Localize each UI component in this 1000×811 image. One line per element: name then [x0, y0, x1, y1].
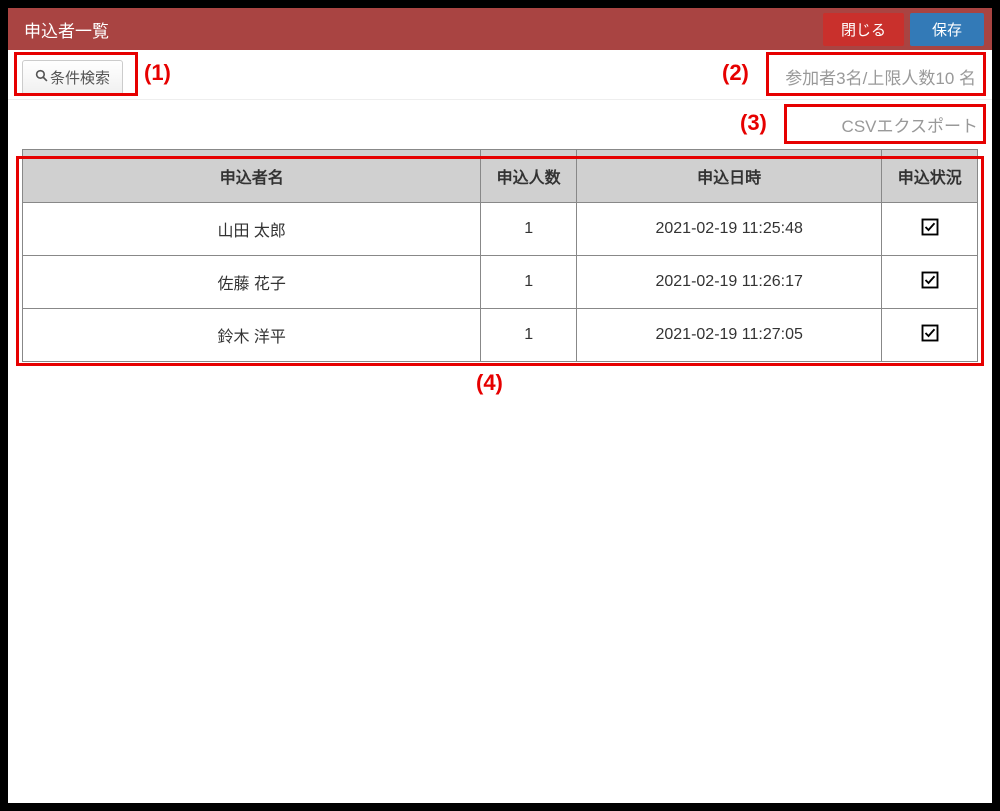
cell-name: 山田 太郎	[23, 203, 481, 256]
participant-count: 参加者3名/上限人数10 名	[785, 60, 978, 89]
table-row: 佐藤 花子12021-02-19 11:26:17	[23, 256, 978, 309]
page-title: 申込者一覧	[24, 17, 109, 42]
toolbar-row: 条件検索 参加者3名/上限人数10 名	[8, 50, 992, 100]
search-button-label: 条件検索	[50, 67, 110, 88]
applicant-table: 申込者名 申込人数 申込日時 申込状況 山田 太郎12021-02-19 11:…	[22, 149, 978, 362]
cell-status	[882, 256, 978, 309]
cell-date: 2021-02-19 11:26:17	[576, 256, 882, 309]
search-icon	[35, 69, 48, 86]
th-date: 申込日時	[576, 150, 882, 203]
header-buttons: 閉じる 保存	[823, 13, 984, 46]
cell-num: 1	[481, 309, 577, 362]
csv-row: CSVエクスポート	[8, 100, 992, 143]
cell-status	[882, 203, 978, 256]
table-header-row: 申込者名 申込人数 申込日時 申込状況	[23, 150, 978, 203]
cell-name: 鈴木 洋平	[23, 309, 481, 362]
table-body: 山田 太郎12021-02-19 11:25:48佐藤 花子12021-02-1…	[23, 203, 978, 362]
checked-box-icon[interactable]	[921, 271, 939, 289]
annotation-label-4: (4)	[476, 370, 503, 396]
app-window: 申込者一覧 閉じる 保存 条件検索 参加者3名/上限人数10 名 CSVエクスポ…	[0, 0, 1000, 811]
cell-status	[882, 309, 978, 362]
cell-num: 1	[481, 203, 577, 256]
cell-date: 2021-02-19 11:25:48	[576, 203, 882, 256]
header-bar: 申込者一覧 閉じる 保存	[8, 8, 992, 50]
close-button[interactable]: 閉じる	[823, 13, 904, 46]
table-wrap: 申込者名 申込人数 申込日時 申込状況 山田 太郎12021-02-19 11:…	[8, 143, 992, 362]
csv-export-link[interactable]: CSVエクスポート	[842, 112, 978, 137]
cell-name: 佐藤 花子	[23, 256, 481, 309]
table-row: 山田 太郎12021-02-19 11:25:48	[23, 203, 978, 256]
th-num: 申込人数	[481, 150, 577, 203]
save-button[interactable]: 保存	[910, 13, 984, 46]
th-name: 申込者名	[23, 150, 481, 203]
checked-box-icon[interactable]	[921, 324, 939, 342]
cell-num: 1	[481, 256, 577, 309]
table-row: 鈴木 洋平12021-02-19 11:27:05	[23, 309, 978, 362]
search-button[interactable]: 条件検索	[22, 60, 123, 95]
cell-date: 2021-02-19 11:27:05	[576, 309, 882, 362]
search-wrap: 条件検索	[22, 60, 123, 95]
th-status: 申込状況	[882, 150, 978, 203]
checked-box-icon[interactable]	[921, 218, 939, 236]
